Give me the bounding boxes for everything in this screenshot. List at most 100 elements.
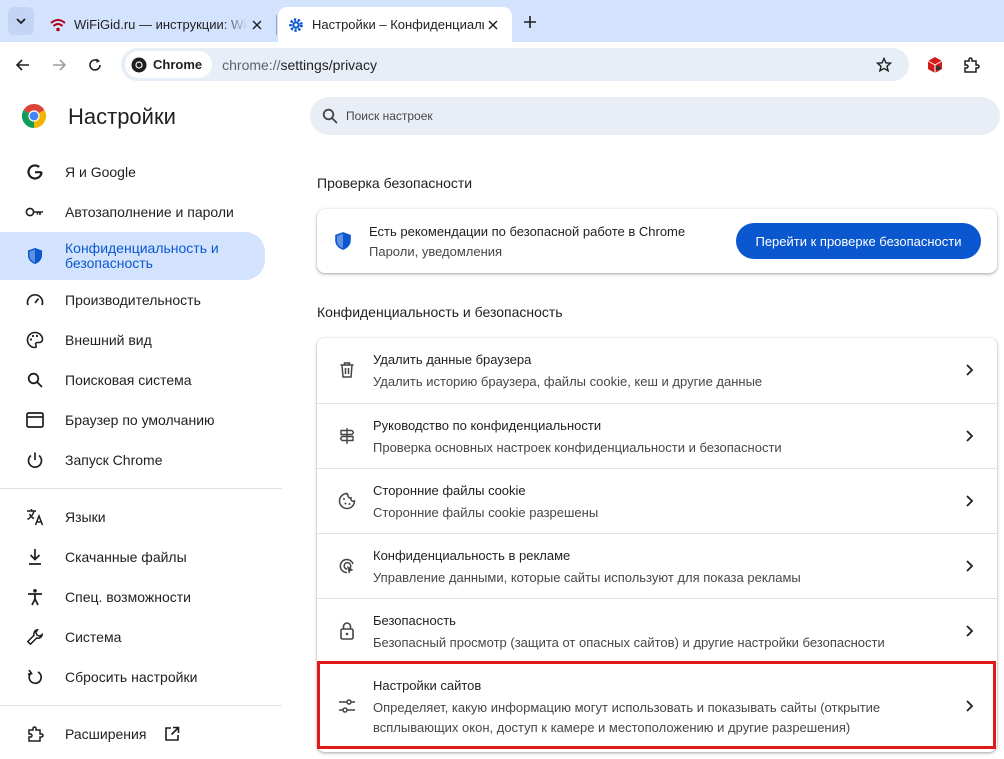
clear-browsing-data-row[interactable]: Удалить данные браузера Удалить историю …	[317, 338, 997, 403]
sidebar-item-label: Производительность	[65, 291, 201, 308]
sidebar-item-label: Скачанные файлы	[65, 548, 187, 565]
google-g-icon	[24, 161, 46, 183]
extensions-menu-button[interactable]	[957, 51, 985, 79]
site-settings-row[interactable]: Настройки сайтов Определяет, какую инфор…	[317, 663, 997, 749]
sidebar-item-reset[interactable]: Сбросить настройки	[0, 657, 265, 697]
tab-title: Настройки – Конфиденциальность и безопас…	[312, 17, 484, 32]
palette-icon	[24, 329, 46, 351]
sidebar-item-label: Запуск Chrome	[65, 451, 163, 468]
sidebar-item-label: Языки	[65, 508, 106, 525]
search-placeholder: Поиск настроек	[346, 109, 433, 123]
new-tab-button[interactable]	[518, 10, 542, 34]
sidebar-item-autofill[interactable]: Автозаполнение и пароли	[0, 192, 265, 232]
extension-button[interactable]	[921, 51, 949, 79]
address-bar[interactable]: Chrome chrome://settings/privacy	[121, 48, 909, 81]
privacy-card: Удалить данные браузера Удалить историю …	[317, 338, 997, 752]
sidebar-item-appearance[interactable]: Внешний вид	[0, 320, 265, 360]
trash-icon	[337, 360, 357, 380]
sidebar-item-system[interactable]: Система	[0, 617, 265, 657]
chevron-right-icon	[966, 700, 974, 712]
sidebar-item-privacy[interactable]: Конфиденциальность и безопасность	[0, 232, 265, 280]
translate-icon	[24, 506, 46, 528]
row-subtitle: Сторонние файлы cookie разрешены	[373, 505, 599, 520]
shield-icon	[335, 232, 351, 250]
sidebar-item-on-startup[interactable]: Запуск Chrome	[0, 440, 265, 480]
gear-icon	[289, 17, 303, 32]
chevron-down-icon	[16, 18, 26, 25]
settings-search-input[interactable]: Поиск настроек	[310, 97, 1000, 135]
download-icon	[24, 546, 46, 568]
row-title: Удалить данные браузера	[373, 352, 532, 367]
reset-icon	[24, 666, 46, 688]
chrome-logo-icon	[22, 104, 46, 128]
open-in-new-icon	[164, 726, 180, 742]
arrow-left-icon	[15, 59, 29, 71]
close-tab-icon[interactable]	[484, 16, 502, 34]
sidebar-item-label: Внешний вид	[65, 331, 152, 348]
wifi-icon	[50, 18, 66, 31]
sidebar-item-performance[interactable]: Производительность	[0, 280, 265, 320]
wrench-icon	[24, 626, 46, 648]
sidebar-item-languages[interactable]: Языки	[0, 497, 265, 537]
sidebar-item-accessibility[interactable]: Спец. возможности	[0, 577, 265, 617]
row-subtitle: Проверка основных настроек конфиденциаль…	[373, 440, 782, 455]
sidebar-item-label: Я и Google	[65, 163, 136, 180]
bookmark-star-icon[interactable]	[869, 50, 899, 80]
ad-privacy-row[interactable]: Конфиденциальность в рекламе Управление …	[317, 533, 997, 598]
accessibility-icon	[24, 586, 46, 608]
tab-wifigid[interactable]: WiFiGid.ru — инструкции: Wi-Fi, роутеры,…	[40, 7, 276, 42]
security-row[interactable]: Безопасность Безопасный просмотр (защита…	[317, 598, 997, 663]
tab-settings[interactable]: Настройки – Конфиденциальность и безопас…	[278, 7, 512, 42]
row-title: Настройки сайтов	[373, 678, 482, 693]
sidebar-item-you-and-google[interactable]: Я и Google	[0, 152, 265, 192]
search-icon	[322, 108, 338, 124]
chip-label: Chrome	[153, 57, 203, 72]
sidebar-item-label: Поисковая система	[65, 371, 192, 388]
reload-button[interactable]	[81, 51, 109, 79]
safety-check-subtitle: Пароли, уведомления	[369, 244, 503, 259]
search-icon	[24, 369, 46, 391]
chevron-right-icon	[966, 495, 974, 507]
third-party-cookies-row[interactable]: Сторонние файлы cookie Сторонние файлы c…	[317, 468, 997, 533]
sidebar-item-label: Расширения	[65, 725, 147, 742]
privacy-guide-row[interactable]: Руководство по конфиденциальности Провер…	[317, 403, 997, 468]
sidebar-item-label: Автозаполнение и пароли	[65, 203, 234, 220]
row-title: Руководство по конфиденциальности	[373, 418, 602, 433]
run-safety-check-button[interactable]: Перейти к проверке безопасности	[736, 223, 981, 259]
chrome-logo-icon	[131, 57, 147, 73]
reload-icon	[89, 58, 101, 71]
puzzle-icon	[964, 57, 980, 73]
url-path: settings/privacy	[280, 56, 377, 73]
sidebar-item-label: Конфиденциальность и безопасность	[65, 240, 219, 271]
safety-check-heading: Проверка безопасности	[317, 175, 473, 191]
tab-title: WiFiGid.ru — инструкции: Wi-Fi, роутеры,…	[74, 17, 248, 32]
url-scheme: chrome://	[222, 56, 281, 73]
settings-logo	[22, 104, 46, 128]
page-title: Настройки	[68, 104, 176, 129]
sidebar-item-search-engine[interactable]: Поисковая система	[0, 360, 265, 400]
site-info-chip[interactable]: Chrome	[125, 51, 213, 78]
row-title: Сторонние файлы cookie	[373, 483, 526, 498]
sidebar-item-downloads[interactable]: Скачанные файлы	[0, 537, 265, 577]
signpost-icon	[337, 426, 357, 446]
safety-check-card: Есть рекомендации по безопасной работе в…	[317, 209, 997, 273]
sidebar-divider	[0, 705, 282, 706]
chevron-right-icon	[966, 364, 974, 376]
lock-icon	[337, 621, 357, 641]
chevron-right-icon	[966, 430, 974, 442]
sidebar-item-label: Спец. возможности	[65, 588, 191, 605]
close-tab-icon[interactable]	[248, 16, 266, 34]
arrow-right-icon	[53, 59, 67, 71]
safety-check-title: Есть рекомендации по безопасной работе в…	[369, 224, 686, 239]
forward-button[interactable]	[45, 51, 73, 79]
sidebar-item-default-browser[interactable]: Браузер по умолчанию	[0, 400, 265, 440]
sidebar-item-extensions[interactable]: Расширения	[0, 714, 265, 754]
back-button[interactable]	[9, 51, 37, 79]
url-text[interactable]: chrome://settings/privacy	[222, 57, 869, 73]
row-title: Конфиденциальность в рекламе	[373, 548, 571, 563]
chevron-right-icon	[966, 560, 974, 572]
tab-search-button[interactable]	[8, 7, 34, 35]
row-subtitle: Определяет, какую информацию могут испол…	[373, 700, 881, 735]
row-subtitle: Удалить историю браузера, файлы cookie, …	[373, 374, 763, 389]
sidebar-divider	[0, 488, 282, 489]
